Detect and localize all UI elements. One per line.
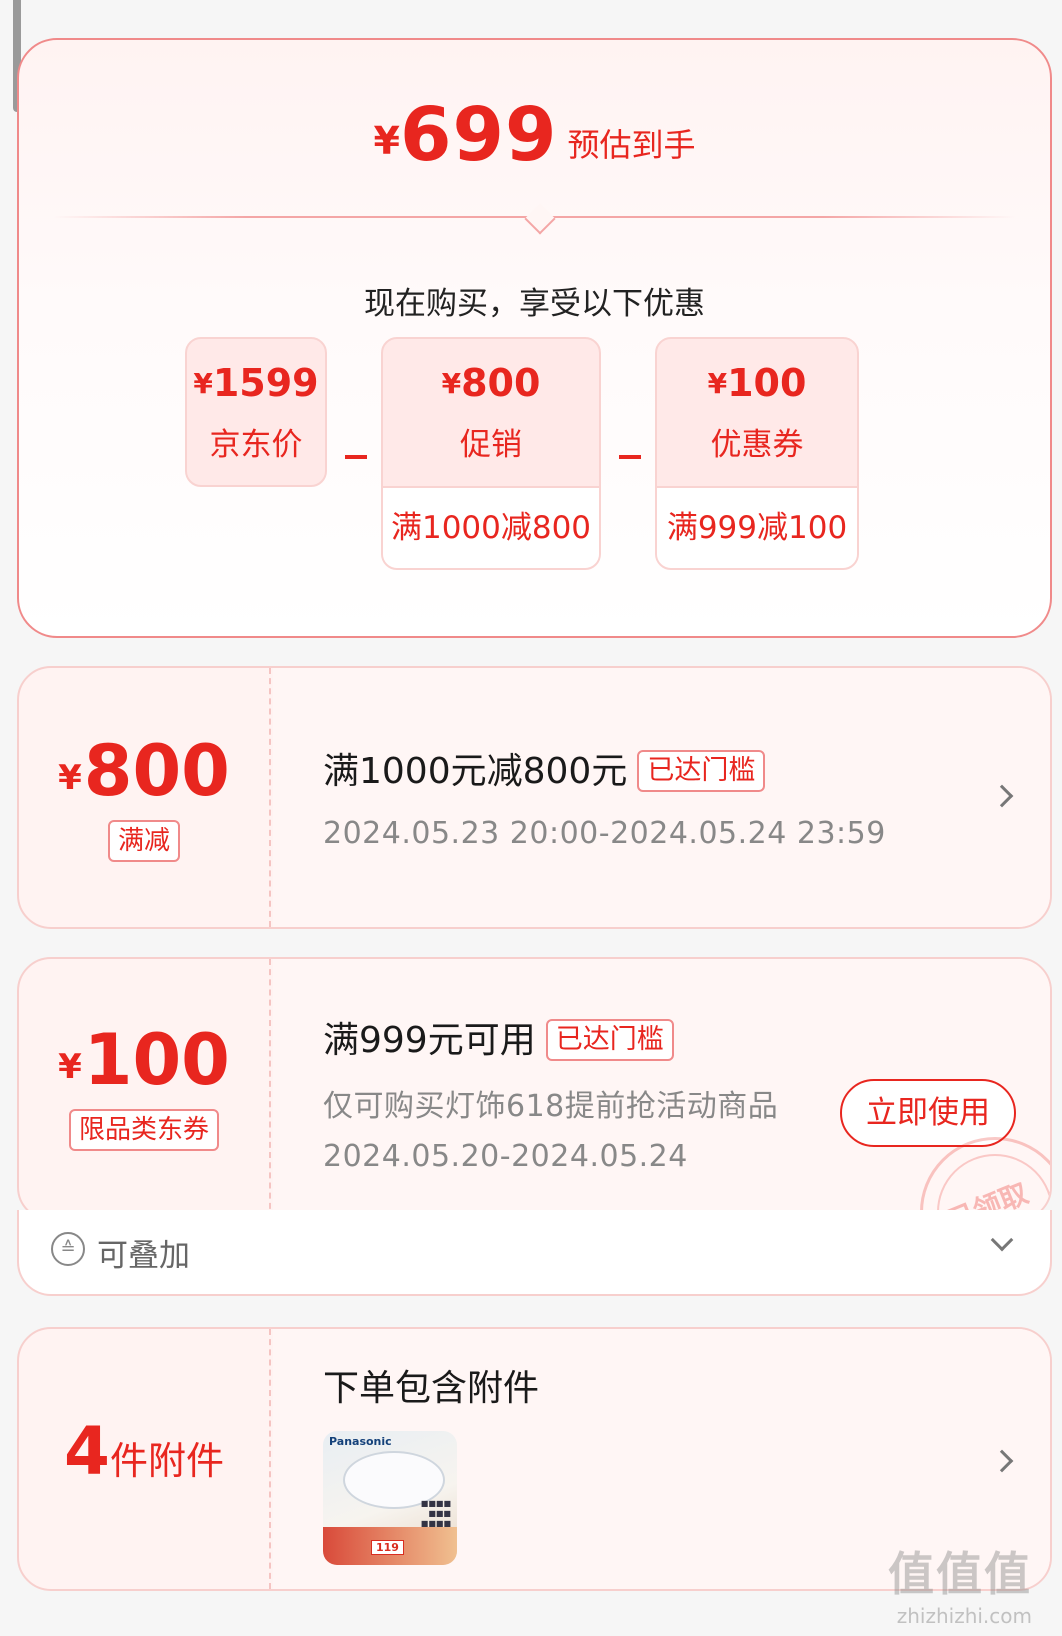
threshold-badge: 已达门槛 <box>637 750 766 792</box>
promo-title: 满1000元减800元 <box>323 751 628 792</box>
coupon-title: 满999元可用 <box>323 1020 536 1061</box>
estimate-label: 预估到手 <box>567 126 696 164</box>
coupon-rule: 满999减100 <box>657 486 857 568</box>
accessory-title: 下单包含附件 <box>323 1368 540 1409</box>
jd-price-amount: 1599 <box>212 361 319 405</box>
coupon-right-pane: 满999元可用 已达门槛 仅可购买灯饰618提前抢活动商品 2024.05.20-… <box>273 959 1050 1219</box>
currency-symbol: ¥ <box>193 367 213 400</box>
chevron-down-icon[interactable] <box>990 1228 1014 1252</box>
coupon-title-row: 满999元可用 已达门槛 <box>323 1011 674 1063</box>
promo-label: 促销 <box>460 427 522 463</box>
promo-title-row: 满1000元减800元 已达门槛 <box>323 742 766 794</box>
coupon-amount: 100 <box>727 361 807 405</box>
chevron-right-icon[interactable] <box>990 784 1014 808</box>
estimate-price-row: ¥699 预估到手 <box>19 92 1050 178</box>
accessory-count: 4 <box>64 1413 110 1490</box>
stackable-label: 可叠加 <box>97 1238 190 1274</box>
promo-rule: 满1000减800 <box>383 486 599 568</box>
accessory-left-pane: 4件附件 <box>19 1329 271 1589</box>
promo-card[interactable]: ¥800 满减 满1000元减800元 已达门槛 2024.05.23 20:00… <box>17 666 1052 929</box>
minus-icon <box>345 455 367 459</box>
promo-right-pane: 满1000元减800元 已达门槛 2024.05.23 20:00-2024.05… <box>273 668 1050 927</box>
chevron-right-icon[interactable] <box>990 1449 1014 1473</box>
received-stamp-icon: 已领取 <box>920 1137 1050 1219</box>
estimate-price: 699 <box>399 92 558 178</box>
coupon-label: 优惠券 <box>710 427 804 463</box>
thumb-price: 119 <box>371 1540 404 1555</box>
coupon-left-pane: ¥100 限品类东券 <box>19 959 271 1219</box>
currency-symbol: ¥ <box>373 119 400 163</box>
coupon-card: ¥100 限品类东券 满999元可用 已达门槛 仅可购买灯饰618提前抢活动商品 … <box>17 957 1052 1221</box>
coupon-scope: 仅可购买灯饰618提前抢活动商品 <box>323 1089 779 1124</box>
watermark-logo: 值值值 <box>888 1547 1032 1601</box>
coupon-price-box: ¥100 优惠券 满999减100 <box>655 337 859 570</box>
watermark: 值值值 zhizhizhi.com <box>888 1538 1032 1628</box>
accessory-count-row: 4件附件 <box>19 1413 269 1490</box>
threshold-badge: 已达门槛 <box>545 1019 674 1061</box>
coupon-amount: ¥100 <box>19 1019 269 1101</box>
minus-icon <box>619 455 641 459</box>
stackable-row[interactable]: ≙ 可叠加 <box>17 1210 1052 1296</box>
stack-icon: ≙ <box>51 1232 85 1266</box>
buy-now-text: 现在购买，享受以下优惠 <box>364 286 705 322</box>
divider-notch-icon <box>524 203 556 235</box>
promo-price-box: ¥800 促销 满1000减800 <box>381 337 601 570</box>
coupon-type-tag: 限品类东券 <box>68 1109 219 1151</box>
jd-price-label: 京东价 <box>209 427 303 463</box>
promo-period: 2024.05.23 20:00-2024.05.24 23:59 <box>323 816 886 851</box>
coupon-amount-value: 100 <box>83 1019 230 1101</box>
currency-symbol: ¥ <box>441 367 462 400</box>
watermark-url: zhizhizhi.com <box>896 1604 1032 1628</box>
promo-type-tag: 满减 <box>107 820 180 862</box>
promo-amount: 800 <box>461 361 541 405</box>
promo-left-pane: ¥800 满减 <box>19 668 271 927</box>
coupon-period: 2024.05.20-2024.05.24 <box>323 1139 688 1174</box>
currency-symbol: ¥ <box>58 1047 82 1087</box>
currency-symbol: ¥ <box>707 367 728 400</box>
promo-amount-value: 800 <box>83 730 230 812</box>
thumb-spec-decoration: ■■■■ ■■■ ■■■■ <box>420 1499 451 1528</box>
promo-amount: ¥800 <box>19 730 269 812</box>
thumb-brand: Panasonic <box>329 1435 392 1448</box>
price-summary-card: ¥699 预估到手 现在购买，享受以下优惠 ¥1599 京东价 ¥800 促销 满… <box>17 38 1052 638</box>
accessory-unit: 件附件 <box>109 1439 224 1483</box>
currency-symbol: ¥ <box>58 758 82 798</box>
accessory-thumbnail[interactable]: Panasonic ■■■■ ■■■ ■■■■ 119 <box>323 1431 457 1565</box>
jd-price-box: ¥1599 京东价 <box>185 337 327 487</box>
